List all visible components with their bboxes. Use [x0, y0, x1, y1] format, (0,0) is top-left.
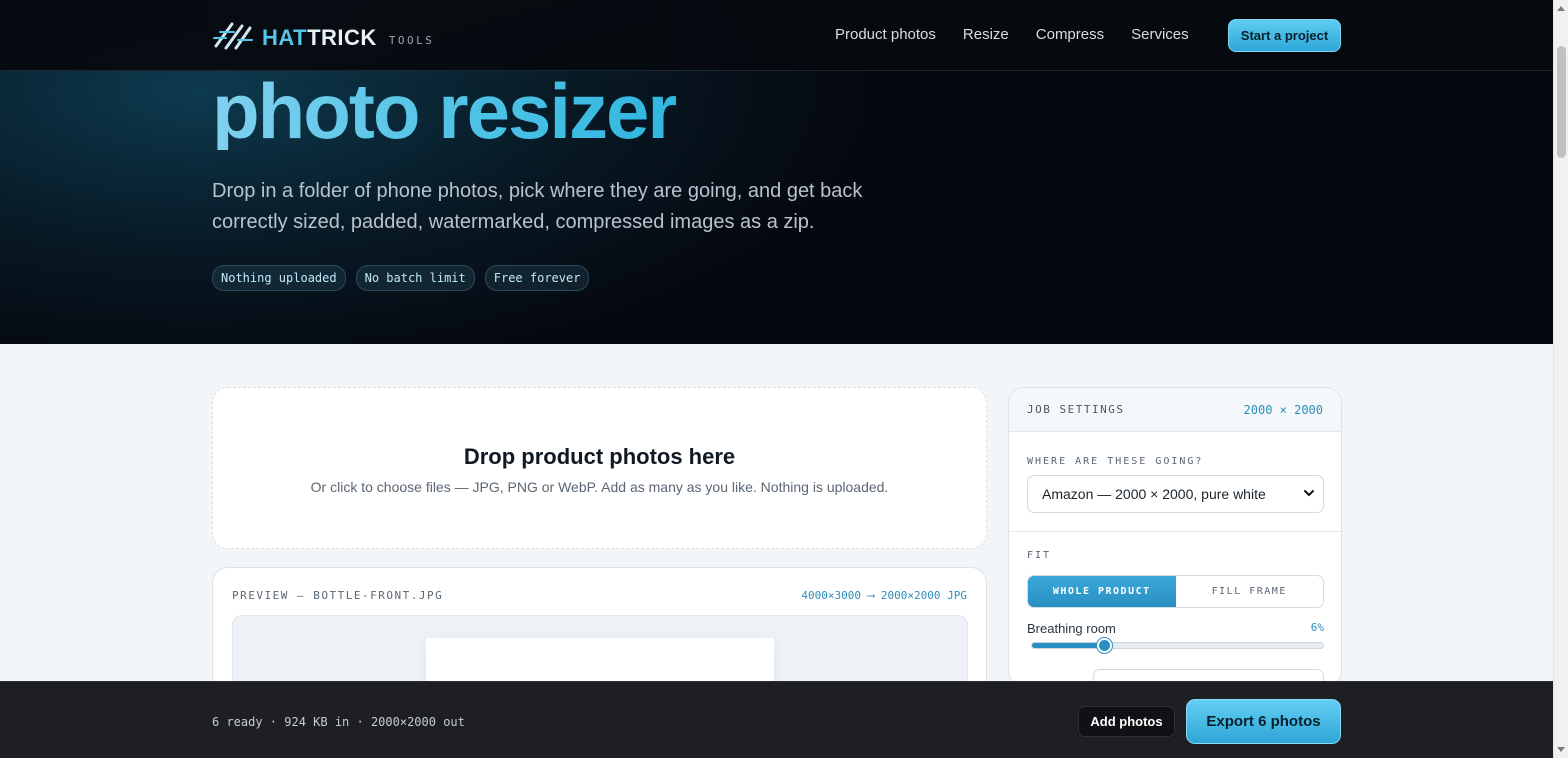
fit-fill-frame-button[interactable]: FILL FRAME — [1176, 576, 1324, 607]
preview-dimensions: 4000×3000 ⟶ 2000×2000 JPG — [801, 589, 967, 602]
job-settings-title: JOB SETTINGS — [1027, 403, 1125, 416]
job-settings-dimensions: 2000 × 2000 — [1243, 402, 1323, 417]
preview-label: PREVIEW — BOTTLE-FRONT.JPG — [232, 589, 444, 602]
nav-link-services[interactable]: Services — [1131, 26, 1189, 43]
chip-free-forever: Free forever — [484, 265, 590, 291]
nav-link-product-photos[interactable]: Product photos — [835, 26, 936, 43]
logo-icon — [212, 18, 256, 57]
breathing-room-label: Breathing room — [1027, 621, 1116, 636]
add-photos-button[interactable]: Add photos — [1078, 706, 1175, 737]
destination-label: WHERE ARE THESE GOING? — [1027, 456, 1204, 467]
settings-divider — [1009, 531, 1341, 532]
bottom-action-bar: 6 ready · 924 KB in · 2000×2000 out Add … — [0, 681, 1553, 758]
job-settings-panel: JOB SETTINGS 2000 × 2000 WHERE ARE THESE… — [1008, 387, 1342, 687]
job-settings-header: JOB SETTINGS 2000 × 2000 — [1009, 388, 1341, 432]
slider-handle[interactable] — [1097, 638, 1113, 653]
drop-zone-subtitle: Or click to choose files — JPG, PNG or W… — [310, 479, 889, 495]
export-photos-button[interactable]: Export 6 photos — [1186, 699, 1341, 744]
breathing-room-value: 6% — [1310, 621, 1324, 634]
chevron-down-icon — [1303, 486, 1315, 502]
breathing-room-row: Breathing room 6% — [1027, 621, 1324, 636]
hero-title: photo resizer — [212, 67, 678, 155]
nav-link-resize[interactable]: Resize — [963, 26, 1009, 43]
fit-toggle: WHOLE PRODUCT FILL FRAME — [1027, 575, 1324, 608]
batch-status: 6 ready · 924 KB in · 2000×2000 out — [212, 715, 465, 729]
top-nav: HATTRICK TOOLS Product photos Resize Com… — [0, 0, 1553, 71]
destination-select[interactable]: Amazon — 2000 × 2000, pure white — [1027, 475, 1324, 513]
logo-link[interactable]: HATTRICK TOOLS — [212, 18, 434, 57]
nav-link-compress[interactable]: Compress — [1036, 26, 1104, 43]
logo-suffix: TOOLS — [388, 34, 435, 47]
nav-links: Product photos Resize Compress Services — [835, 26, 1189, 43]
scrollbar-thumb[interactable] — [1557, 46, 1566, 158]
page-scrollbar[interactable] — [1553, 0, 1568, 758]
fit-whole-product-button[interactable]: WHOLE PRODUCT — [1028, 576, 1176, 607]
breathing-room-slider[interactable] — [1031, 638, 1324, 653]
start-project-button[interactable]: Start a project — [1228, 19, 1341, 52]
photo-drop-zone[interactable]: Drop product photos here Or click to cho… — [212, 387, 987, 549]
chip-nothing-uploaded: Nothing uploaded — [212, 265, 346, 291]
scroll-down-arrow-icon[interactable] — [1557, 747, 1565, 752]
hero-subtitle: Drop in a folder of phone photos, pick w… — [212, 180, 863, 233]
fit-label: FIT — [1027, 550, 1052, 561]
scroll-up-arrow-icon[interactable] — [1557, 6, 1565, 11]
chip-no-batch-limit: No batch limit — [355, 265, 475, 291]
logo-wordmark: HATTRICK — [262, 24, 377, 50]
drop-zone-title: Drop product photos here — [463, 444, 736, 469]
hero-chips: Nothing uploaded No batch limit Free for… — [212, 265, 590, 291]
destination-select-value: Amazon — 2000 × 2000, pure white — [1042, 486, 1266, 502]
slider-fill — [1032, 643, 1106, 648]
